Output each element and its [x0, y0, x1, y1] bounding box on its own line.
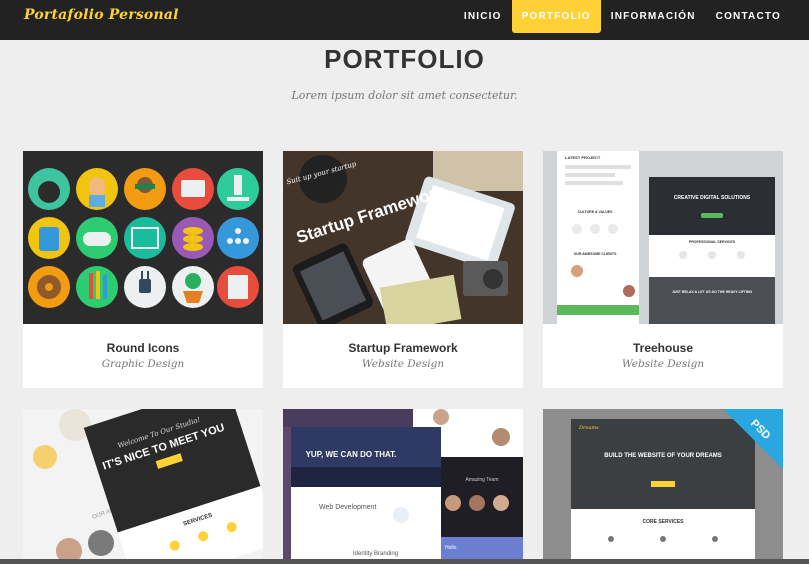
yup-identity: Identity Branding — [353, 551, 398, 557]
nav-item-portfolio[interactable]: PORTFOLIO — [511, 0, 601, 33]
treehouse-services: PROFESSIONAL SERVICES — [689, 240, 736, 244]
portfolio-item-treehouse[interactable]: LATEST PROJECT CULTURE & VALUES OUR AWES… — [543, 151, 783, 388]
dreams-brand: Dreams — [578, 425, 599, 431]
window-bottom-edge — [0, 559, 809, 564]
main-nav: INICIO PORTFOLIO INFORMACIÓN CONTACTO — [454, 0, 791, 40]
portfolio-thumbnail[interactable]: OUR AMAZING Welcome To Our Studio! IT'S … — [23, 409, 263, 564]
portfolio-category: Website Design — [621, 358, 705, 370]
treehouse-features: CULTURE & VALUES — [578, 210, 614, 214]
yup-hello: Hello — [445, 545, 457, 551]
yup-team: Amazing Team — [466, 477, 499, 483]
dreams-services: CORE SERVICES — [642, 519, 684, 525]
yup-web: Web Development — [319, 504, 377, 511]
portfolio-item-startup-framework[interactable]: Suit up your startup Startup Framework S… — [283, 151, 523, 388]
section-title: PORTFOLIO — [324, 44, 485, 74]
portfolio-thumbnail[interactable]: Dreams BUILD THE WEBSITE OF YOUR DREAMS … — [543, 409, 783, 564]
navbar: Portafolio Personal INICIO PORTFOLIO INF… — [0, 0, 809, 40]
portfolio-title: Startup Framework — [348, 341, 458, 355]
portfolio-category: Graphic Design — [101, 358, 185, 370]
nav-item-contacto[interactable]: CONTACTO — [706, 0, 791, 33]
nav-item-informacion[interactable]: INFORMACIÓN — [601, 0, 706, 33]
nav-item-inicio[interactable]: INICIO — [454, 0, 512, 33]
section-subtitle: Lorem ipsum dolor sit amet consectetur. — [291, 89, 518, 102]
portfolio-caption: Treehouse Website Design — [543, 324, 783, 388]
portfolio-title: Round Icons — [106, 341, 180, 355]
portfolio-caption: Round Icons Graphic Design — [23, 324, 263, 388]
yup-headline: YUP, WE CAN DO THAT. — [306, 450, 397, 459]
portfolio-thumbnail[interactable]: YUP, WE CAN DO THAT. Web Development Ide… — [283, 409, 523, 564]
treehouse-clients: OUR AWESOME CLIENTS — [574, 252, 618, 256]
portfolio-title: Treehouse — [632, 341, 694, 355]
portfolio-thumbnail[interactable] — [23, 151, 263, 324]
portfolio-thumbnail[interactable]: Suit up your startup Startup Framework — [283, 151, 523, 324]
treehouse-headline: CREATIVE DIGITAL SOLUTIONS — [674, 195, 751, 201]
portfolio-category: Website Design — [361, 358, 445, 370]
treehouse-latest-label: LATEST PROJECT — [565, 155, 601, 160]
dreams-headline: BUILD THE WEBSITE OF YOUR DREAMS — [604, 453, 722, 459]
portfolio-item-round-icons[interactable]: Round Icons Graphic Design — [23, 151, 263, 388]
brand-logo[interactable]: Portafolio Personal — [24, 7, 179, 23]
portfolio-item-dreams[interactable]: Dreams BUILD THE WEBSITE OF YOUR DREAMS … — [543, 409, 783, 564]
portfolio-thumbnail[interactable]: LATEST PROJECT CULTURE & VALUES OUR AWES… — [543, 151, 783, 324]
portfolio-item-golden[interactable]: OUR AMAZING Welcome To Our Studio! IT'S … — [23, 409, 263, 564]
portfolio-item-yup[interactable]: YUP, WE CAN DO THAT. Web Development Ide… — [283, 409, 523, 564]
treehouse-relax: JUST RELAX & LET US DO THE HEAVY LIFTING — [672, 290, 752, 294]
portfolio-caption: Startup Framework Website Design — [283, 324, 523, 388]
